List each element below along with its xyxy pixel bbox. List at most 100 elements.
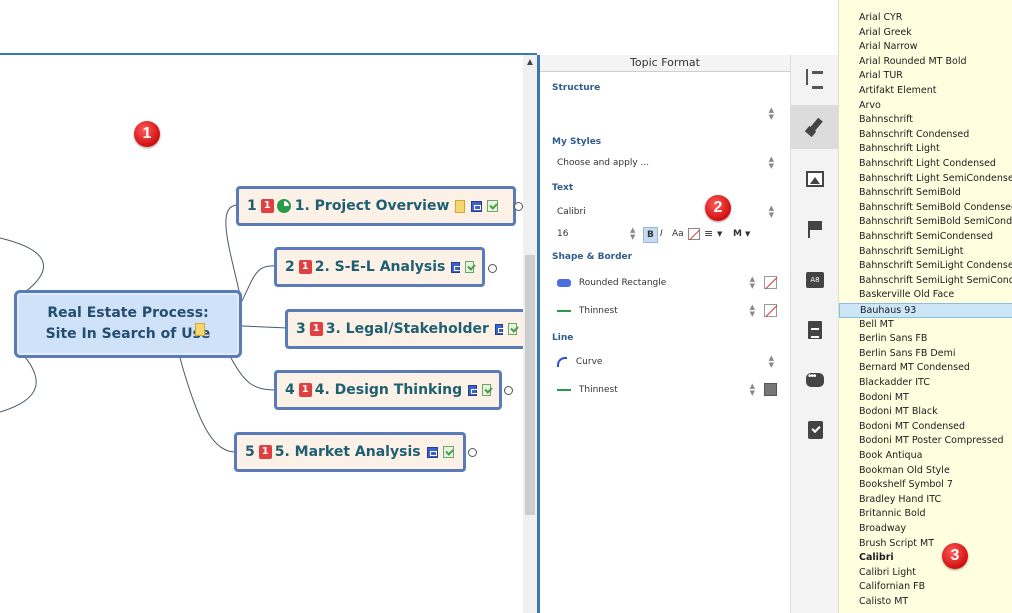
structure-panel-button[interactable] [791, 55, 839, 99]
font-option[interactable]: Calibri Light [839, 566, 1012, 581]
font-option[interactable]: Bahnschrift SemiBold SemiConden [839, 215, 1012, 230]
spinner-icon[interactable]: ▲ ▼ [769, 156, 774, 170]
line-shape-select[interactable]: Curve ▲ ▼ [557, 355, 777, 369]
border-weight-select[interactable]: Thinnest ▲ ▼ [557, 304, 777, 318]
font-option[interactable]: Book Antiqua [839, 449, 1012, 464]
font-family-select[interactable]: Calibri ▲ ▼ [557, 205, 777, 219]
font-option[interactable]: Bookshelf Symbol 7 [839, 478, 1012, 493]
expand-toggle-topic-4[interactable] [504, 386, 513, 395]
font-size-value[interactable]: 16 [557, 227, 568, 241]
font-option[interactable]: Baskerville Old Face [839, 288, 1012, 303]
image-panel-button[interactable] [791, 157, 839, 201]
font-option[interactable]: Bahnschrift Light [839, 142, 1012, 157]
font-option[interactable]: Brush Script MT [839, 537, 1012, 552]
font-option[interactable]: Arial TUR [839, 69, 1012, 84]
notes-panel-button[interactable] [791, 308, 839, 352]
shape-select[interactable]: Rounded Rectangle ▲ ▼ [557, 276, 777, 290]
font-option[interactable]: Bauhaus 93 [839, 303, 1012, 318]
font-option[interactable]: Berlin Sans FB Demi [839, 347, 1012, 362]
task-icon[interactable] [487, 200, 499, 212]
hyperlink-icon[interactable] [494, 323, 505, 335]
font-option[interactable]: Bodoni MT [839, 391, 1012, 406]
mindmap-canvas[interactable]: 1 1 1 1. Project Overview 2 1 2. S-E-L A… [0, 0, 537, 613]
font-option[interactable]: Arial CYR [839, 11, 1012, 26]
font-option[interactable]: Bahnschrift Light SemiCondensed [839, 172, 1012, 187]
task-icon[interactable] [508, 323, 517, 335]
font-option[interactable]: Bell MT [839, 318, 1012, 333]
font-option[interactable]: Bookman Old Style [839, 464, 1012, 479]
text-color-button[interactable] [688, 228, 700, 240]
size-spinner-icon[interactable]: ▲ ▼ [630, 227, 635, 241]
font-option[interactable]: Bodoni MT Condensed [839, 420, 1012, 435]
font-option[interactable]: Arvo [839, 99, 1012, 114]
label-panel-button[interactable]: A8 [791, 258, 839, 302]
chevron-down-icon[interactable]: ▼ [717, 227, 722, 241]
spinner-icon[interactable]: ▲ ▼ [750, 276, 755, 290]
hyperlink-icon[interactable] [426, 446, 438, 458]
font-option[interactable]: Bahnschrift SemiBold Condensed [839, 201, 1012, 216]
align-button[interactable]: ≡ [704, 227, 713, 241]
font-option[interactable]: Bahnschrift Light Condensed [839, 157, 1012, 172]
task-icon[interactable] [442, 446, 454, 458]
italic-button[interactable]: I [660, 227, 663, 241]
hyperlink-icon[interactable] [471, 200, 483, 212]
scroll-up-icon[interactable]: ▲ [525, 57, 535, 68]
font-dropdown-list[interactable]: Arial CYR Arial Greek Arial Narrow Arial Ro… [838, 0, 1012, 613]
font-option[interactable]: Calisto MT [839, 595, 1012, 610]
font-option[interactable]: Bradley Hand ITC [839, 493, 1012, 508]
spinner-icon[interactable]: ▲ ▼ [769, 355, 774, 369]
font-option[interactable]: Bahnschrift SemiLight SemiConde [839, 274, 1012, 289]
font-option[interactable]: Artifakt Element [839, 84, 1012, 99]
font-option[interactable]: Berlin Sans FB [839, 332, 1012, 347]
border-color-picker[interactable] [764, 304, 777, 317]
task-panel-button[interactable] [791, 408, 839, 452]
expand-toggle-topic-5[interactable] [468, 448, 477, 457]
expand-toggle-topic-1[interactable] [514, 202, 523, 211]
font-option[interactable]: Bahnschrift SemiLight [839, 245, 1012, 260]
topic-3[interactable]: 3 1 3. Legal/Stakeholder [285, 309, 525, 349]
expand-toggle-topic-2[interactable] [488, 264, 497, 273]
font-option[interactable]: Arial Greek [839, 26, 1012, 41]
marker-panel-button[interactable] [791, 207, 839, 251]
text-case-button[interactable]: Aa [672, 227, 684, 241]
my-styles-select[interactable]: Choose and apply ... ▲ ▼ [557, 156, 777, 170]
spinner-icon[interactable]: ▲ ▼ [769, 205, 774, 219]
hyperlink-icon[interactable] [468, 384, 479, 396]
note-icon[interactable] [455, 199, 466, 213]
font-option[interactable]: Broadway [839, 522, 1012, 537]
font-option[interactable]: Calibri [839, 551, 1012, 566]
line-color-picker[interactable] [764, 383, 777, 396]
spinner-icon[interactable]: ▲ ▼ [750, 383, 755, 397]
topic-1[interactable]: 1 1 1. Project Overview [236, 186, 516, 226]
font-option[interactable]: Bodoni MT Black [839, 405, 1012, 420]
task-icon[interactable] [465, 261, 474, 273]
font-option[interactable]: Britannic Bold [839, 507, 1012, 522]
format-panel-button[interactable] [791, 105, 839, 149]
font-option[interactable]: Bahnschrift [839, 113, 1012, 128]
spinner-icon[interactable]: ▲ ▼ [769, 107, 774, 121]
font-option[interactable]: Bahnschrift SemiLight Condensed [839, 259, 1012, 274]
more-text-options-button[interactable]: M [733, 227, 742, 241]
topic-2[interactable]: 2 1 2. S-E-L Analysis [274, 247, 485, 287]
hyperlink-icon[interactable] [451, 261, 462, 273]
font-option[interactable]: Arial Narrow [839, 40, 1012, 55]
canvas-vertical-scrollbar[interactable]: ▲ [523, 55, 537, 613]
comments-panel-button[interactable] [791, 358, 839, 402]
font-option[interactable]: Bodoni MT Poster Compressed [839, 434, 1012, 449]
font-option[interactable]: Bahnschrift SemiBold [839, 186, 1012, 201]
font-option[interactable]: Blackadder ITC [839, 376, 1012, 391]
spinner-icon[interactable]: ▲ ▼ [750, 304, 755, 318]
topic-4[interactable]: 4 1 4. Design Thinking [274, 370, 502, 410]
font-option[interactable]: Californian FB [839, 580, 1012, 595]
structure-select[interactable]: ▲ ▼ [557, 107, 777, 121]
font-option[interactable]: Arial Rounded MT Bold [839, 55, 1012, 70]
note-icon[interactable] [195, 323, 205, 336]
chevron-down-icon[interactable]: ▼ [745, 227, 750, 241]
bold-button[interactable]: B [643, 227, 658, 243]
central-topic[interactable]: Real Estate Process: Site In Search of U… [14, 290, 242, 358]
task-icon[interactable] [482, 384, 491, 396]
topic-5[interactable]: 5 1 5. Market Analysis [234, 432, 466, 472]
font-option[interactable]: Bahnschrift Condensed [839, 128, 1012, 143]
font-option[interactable]: Bahnschrift SemiCondensed [839, 230, 1012, 245]
scrollbar-thumb[interactable] [525, 255, 535, 515]
